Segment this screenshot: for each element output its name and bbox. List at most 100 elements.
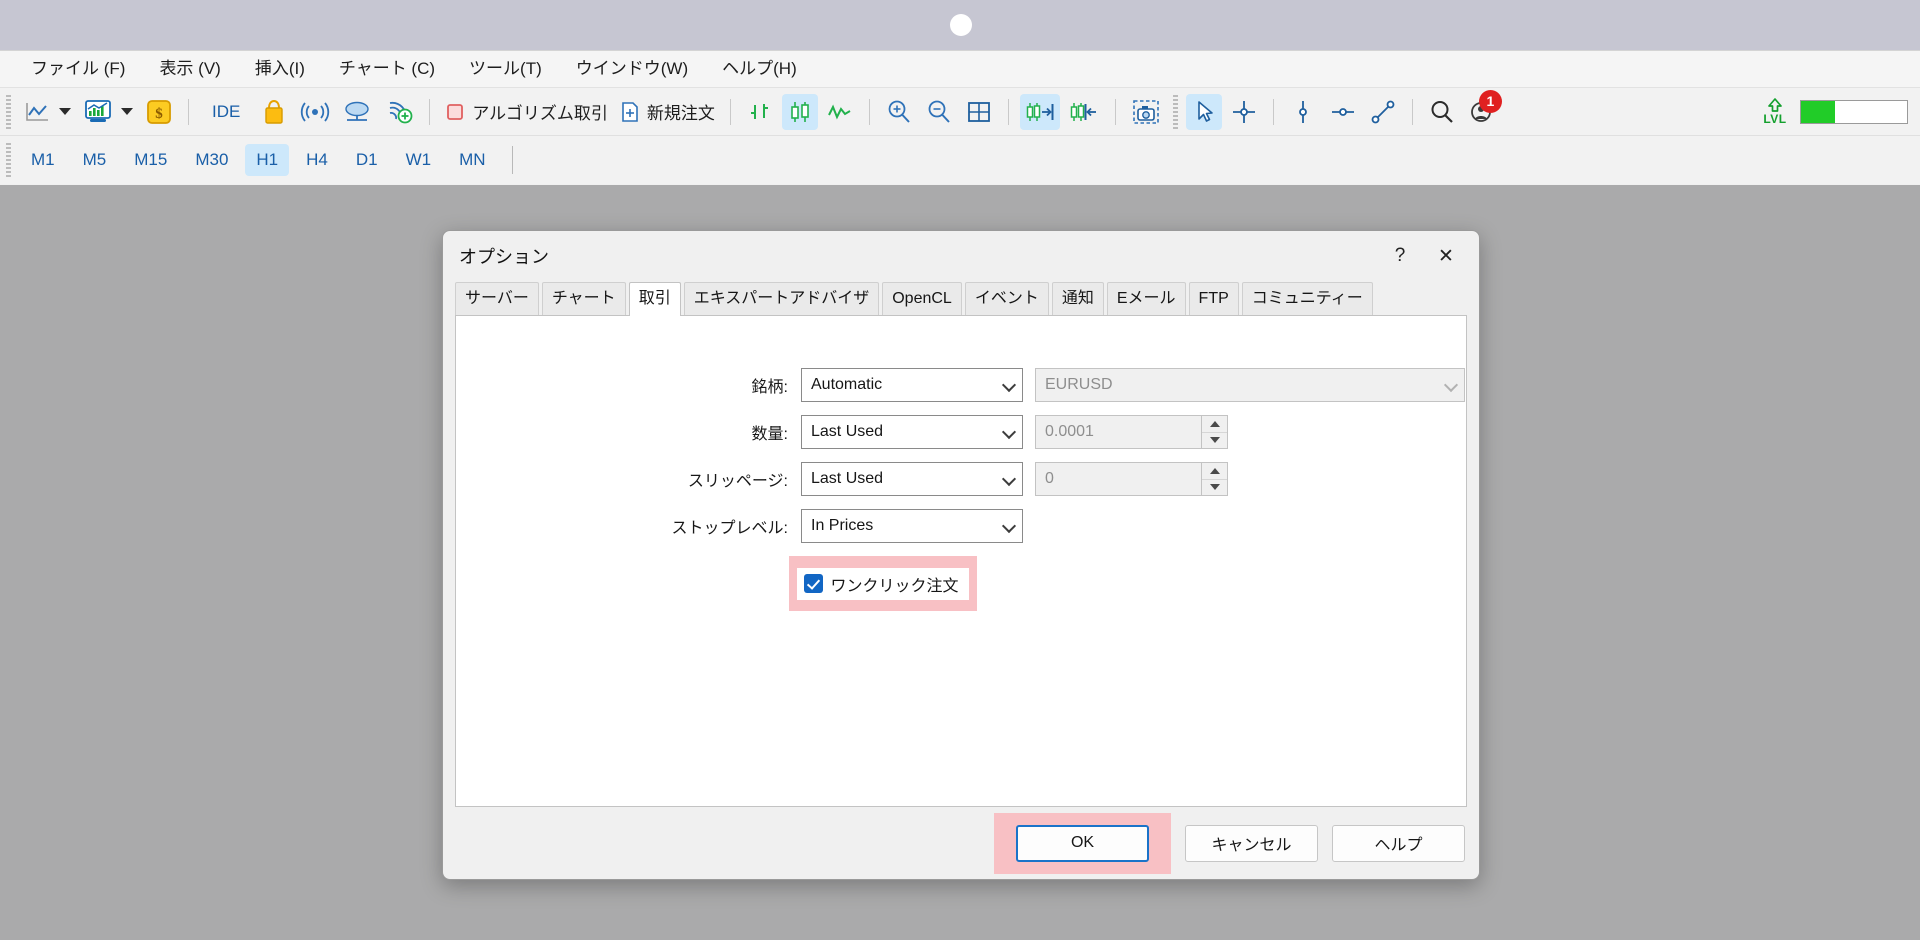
menu-insert[interactable]: 挿入(I) xyxy=(238,57,322,82)
timeframe-grip[interactable] xyxy=(6,143,11,177)
toolbar-grip[interactable] xyxy=(6,94,11,129)
vps-cloud-icon[interactable] xyxy=(338,94,376,130)
tab-expert-advisors[interactable]: エキスパートアドバイザ xyxy=(683,281,880,315)
indicators-dropdown-caret-icon[interactable] xyxy=(121,108,133,115)
tab-trade[interactable]: 取引 xyxy=(628,281,681,316)
cursor-icon[interactable] xyxy=(1185,93,1222,130)
new-order-button[interactable]: 新規注文 xyxy=(616,94,719,130)
indicators-icon[interactable] xyxy=(79,94,117,130)
options-dialog: オプション ? ✕ サーバー チャート 取引 エキスパートアドバイザ OpenC… xyxy=(442,230,1480,880)
close-icon[interactable]: ✕ xyxy=(1423,239,1469,273)
trendline-icon[interactable] xyxy=(1365,94,1401,130)
crosshair-icon[interactable] xyxy=(1226,94,1262,130)
oneclick-highlight: ワンクリック注文 xyxy=(789,556,977,611)
volume-mode-select[interactable]: Last Used xyxy=(801,415,1023,449)
trendline-glyph xyxy=(1371,100,1395,123)
slippage-stepper[interactable] xyxy=(1202,462,1228,496)
timeframe-w1[interactable]: W1 xyxy=(395,144,443,176)
screenshot-glyph xyxy=(1133,99,1159,124)
volume-amount-input[interactable]: 0.0001 xyxy=(1035,415,1202,449)
ok-button[interactable]: OK xyxy=(1016,824,1149,862)
oneclick-checkbox-row[interactable]: ワンクリック注文 xyxy=(797,567,969,600)
screenshot-icon[interactable] xyxy=(1127,94,1165,130)
ide-button[interactable]: IDE xyxy=(200,94,252,130)
tab-email[interactable]: Eメール xyxy=(1106,281,1186,315)
line-chart-glyph xyxy=(26,102,48,121)
horizontal-line-icon[interactable] xyxy=(1325,94,1361,130)
menu-tools[interactable]: ツール(T) xyxy=(452,57,559,82)
chart-shift-icon[interactable] xyxy=(1064,94,1104,130)
menu-help[interactable]: ヘルプ(H) xyxy=(705,57,814,82)
slippage-mode-select[interactable]: Last Used xyxy=(801,462,1023,496)
volume-stepper[interactable] xyxy=(1202,415,1228,449)
tab-opencl[interactable]: OpenCL xyxy=(882,281,962,315)
chevron-down-icon xyxy=(1003,520,1016,533)
app-chrome: ファイル (F) 表示 (V) 挿入(I) チャート (C) ツール(T) ウイ… xyxy=(0,50,1920,185)
market-bag-icon[interactable] xyxy=(256,94,292,130)
toolbar-separator xyxy=(1272,98,1274,125)
grid-icon[interactable] xyxy=(961,94,997,130)
timeframe-m5[interactable]: M5 xyxy=(72,144,118,176)
line-mode-icon[interactable] xyxy=(822,94,858,130)
lvl-icon[interactable]: LVL xyxy=(1758,98,1792,125)
zoom-out-icon[interactable] xyxy=(921,94,957,130)
chevron-up-icon xyxy=(1209,467,1220,474)
candlestick-glyph xyxy=(791,101,809,122)
timeframe-m15[interactable]: M15 xyxy=(123,144,178,176)
auto-scroll-glyph xyxy=(1026,102,1054,121)
oneclick-checkbox[interactable] xyxy=(804,574,824,593)
tab-ftp[interactable]: FTP xyxy=(1188,281,1239,315)
add-signal-icon[interactable] xyxy=(380,94,418,130)
menu-window[interactable]: ウインドウ(W) xyxy=(559,57,705,82)
stoplevels-mode-select[interactable]: In Prices xyxy=(801,509,1023,543)
dialog-help-button[interactable]: ? xyxy=(1377,239,1423,273)
line-chart-icon[interactable] xyxy=(19,94,55,130)
slippage-amount-input[interactable]: 0 xyxy=(1035,462,1202,496)
toolbar-grip[interactable] xyxy=(1172,94,1178,129)
slippage-stepper-up[interactable] xyxy=(1202,463,1227,479)
dollar-coin-icon[interactable]: $ xyxy=(141,94,177,130)
candlestick-icon[interactable] xyxy=(781,93,818,130)
timeframe-h1[interactable]: H1 xyxy=(245,144,290,176)
help-button[interactable]: ヘルプ xyxy=(1332,824,1465,862)
menu-chart[interactable]: チャート (C) xyxy=(322,57,452,82)
signals-icon[interactable] xyxy=(296,94,334,130)
timeframe-h4[interactable]: H4 xyxy=(295,144,339,176)
lvl-label: LVL xyxy=(1763,112,1787,126)
symbol-mode-select[interactable]: Automatic xyxy=(801,368,1023,402)
tab-server[interactable]: サーバー xyxy=(455,281,539,315)
search-icon[interactable] xyxy=(1424,94,1460,130)
tab-community[interactable]: コミュニティー xyxy=(1241,281,1373,315)
notifications-icon[interactable]: 1 xyxy=(1464,89,1502,130)
tab-charts[interactable]: チャート xyxy=(541,281,626,315)
dialog-titlebar[interactable]: オプション ? ✕ xyxy=(443,231,1479,281)
volume-stepper-up[interactable] xyxy=(1202,416,1227,432)
algo-trading-label: アルゴリズム取引 xyxy=(472,104,608,123)
timeframe-m1[interactable]: M1 xyxy=(20,144,66,176)
chart-type-dropdown-caret-icon[interactable] xyxy=(59,108,71,115)
volume-row: 数量: Last Used 0.0001 xyxy=(456,415,1466,449)
symbol-name-select[interactable]: EURUSD xyxy=(1035,368,1465,402)
tab-events[interactable]: イベント xyxy=(964,281,1049,315)
volume-stepper-down[interactable] xyxy=(1202,431,1227,449)
timeframe-mn[interactable]: MN xyxy=(448,144,496,176)
zoom-in-icon[interactable] xyxy=(881,94,917,130)
chevron-down-icon xyxy=(1003,426,1016,439)
slippage-stepper-down[interactable] xyxy=(1202,478,1227,496)
level-progress-bar xyxy=(1800,99,1908,124)
tab-notifications[interactable]: 通知 xyxy=(1051,281,1104,315)
lvl-arrow-glyph xyxy=(1768,98,1782,112)
auto-scroll-icon[interactable] xyxy=(1019,93,1060,130)
stoplevels-row: ストップレベル: In Prices xyxy=(456,509,1466,543)
algo-trading-button[interactable]: アルゴリズム取引 xyxy=(441,94,612,130)
menu-file[interactable]: ファイル (F) xyxy=(14,57,142,82)
toolbar-separator xyxy=(1007,98,1009,125)
bar-chart-icon[interactable] xyxy=(742,94,778,130)
menu-view[interactable]: 表示 (V) xyxy=(142,57,237,82)
oneclick-label: ワンクリック注文 xyxy=(830,577,959,595)
vertical-line-icon[interactable] xyxy=(1285,94,1321,130)
chart-shift-glyph xyxy=(1070,102,1096,121)
timeframe-d1[interactable]: D1 xyxy=(345,144,389,176)
cancel-button[interactable]: キャンセル xyxy=(1185,824,1318,862)
timeframe-m30[interactable]: M30 xyxy=(184,144,239,176)
